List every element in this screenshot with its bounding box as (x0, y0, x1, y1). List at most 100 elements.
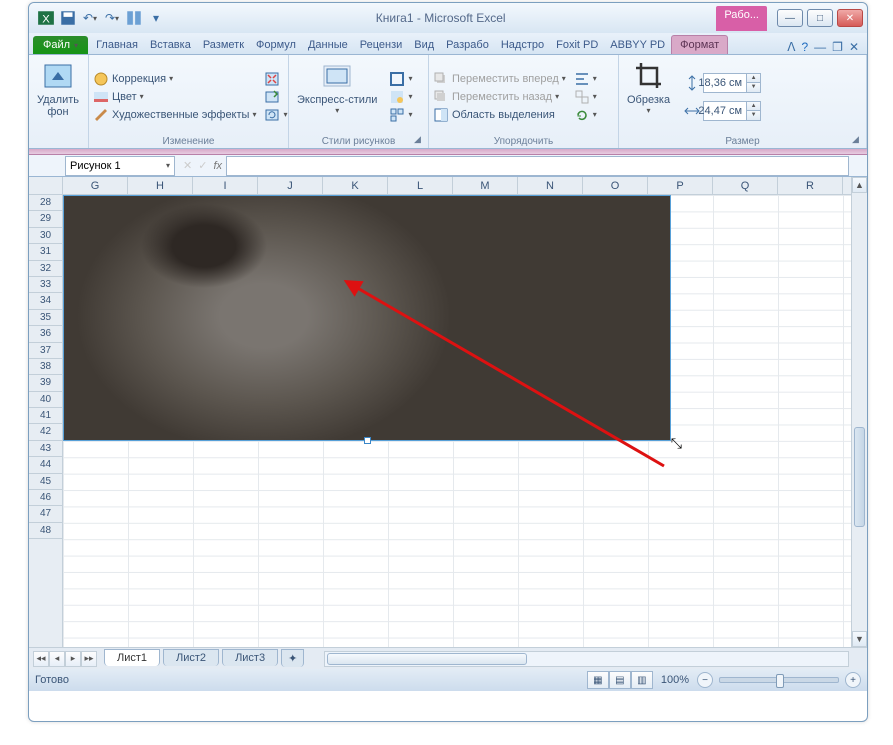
fx-enter-icon[interactable]: ✓ (198, 159, 207, 172)
select-all-corner[interactable] (29, 177, 63, 195)
row-header[interactable]: 33 (29, 277, 62, 293)
sheet-tab-2[interactable]: Лист2 (163, 649, 219, 666)
qat-customize-icon[interactable]: ▾ (147, 9, 165, 27)
row-header[interactable]: 38 (29, 359, 62, 375)
column-header[interactable]: G (63, 177, 128, 194)
tab-developer[interactable]: Разрабо (440, 36, 495, 54)
remove-background-button[interactable]: Удалить фон (33, 58, 83, 135)
qat-item-icon[interactable] (125, 9, 143, 27)
zoom-slider-knob[interactable] (776, 674, 784, 688)
artistic-effects-button[interactable]: Художественные эффекты ▾ (93, 107, 256, 123)
picture-effects-button[interactable]: ▾ (389, 89, 412, 105)
undo-icon[interactable]: ↶▾ (81, 9, 99, 27)
cells-area[interactable]: ⤡ (63, 195, 851, 647)
formula-input[interactable] (226, 156, 849, 176)
horizontal-scrollbar[interactable] (324, 651, 849, 667)
sheet-nav-next[interactable]: ▸ (65, 651, 81, 667)
row-header[interactable]: 29 (29, 211, 62, 227)
row-header[interactable]: 41 (29, 408, 62, 424)
row-header[interactable]: 30 (29, 228, 62, 244)
save-icon[interactable] (59, 9, 77, 27)
column-header[interactable]: L (388, 177, 453, 194)
compress-pictures-button[interactable] (264, 71, 287, 87)
row-header[interactable]: 48 (29, 523, 62, 539)
ribbon-minimize-icon[interactable]: ᐱ (787, 40, 795, 54)
fx-icon[interactable]: fx (213, 160, 222, 172)
send-backward-button[interactable]: Переместить назад ▾ (433, 89, 566, 105)
row-header[interactable]: 47 (29, 506, 62, 522)
zoom-value[interactable]: 100% (661, 674, 689, 686)
height-input[interactable]: 18,36 см▲▼ (703, 73, 761, 93)
width-spin-up[interactable]: ▲ (746, 102, 760, 112)
bring-forward-button[interactable]: Переместить вперед ▾ (433, 71, 566, 87)
close-button[interactable]: ✕ (837, 9, 863, 27)
tab-view[interactable]: Вид (408, 36, 440, 54)
view-layout-button[interactable]: ▤ (609, 671, 631, 689)
file-tab[interactable]: Файл▾ (33, 36, 88, 54)
sheet-nav-first[interactable]: ◂◂ (33, 651, 49, 667)
picture-styles-button[interactable]: Экспресс-стили ▾ (293, 58, 381, 135)
hscroll-thumb[interactable] (327, 653, 527, 665)
row-header[interactable]: 44 (29, 457, 62, 473)
rotate-button[interactable]: ▾ (574, 107, 597, 123)
crop-button[interactable]: Обрезка ▾ (623, 58, 674, 135)
styles-dialog-launcher[interactable]: ◢ (414, 134, 426, 146)
tab-formulas[interactable]: Формул (250, 36, 302, 54)
zoom-slider[interactable] (719, 677, 839, 683)
row-header[interactable]: 45 (29, 474, 62, 490)
tab-layout[interactable]: Разметк (197, 36, 250, 54)
column-header[interactable]: H (128, 177, 193, 194)
minimize-button[interactable]: — (777, 9, 803, 27)
group-objects-button[interactable]: ▾ (574, 89, 597, 105)
fx-cancel-icon[interactable]: ✕ (183, 159, 192, 172)
row-header[interactable]: 36 (29, 326, 62, 342)
redo-icon[interactable]: ↷▾ (103, 9, 121, 27)
row-header[interactable]: 39 (29, 375, 62, 391)
tab-home[interactable]: Главная (90, 36, 144, 54)
column-header[interactable]: P (648, 177, 713, 194)
row-header[interactable]: 40 (29, 392, 62, 408)
view-pagebreak-button[interactable]: ▥ (631, 671, 653, 689)
column-header[interactable]: J (258, 177, 323, 194)
view-normal-button[interactable]: ▦ (587, 671, 609, 689)
scroll-up-button[interactable]: ▲ (852, 177, 867, 193)
column-header[interactable]: M (453, 177, 518, 194)
workbook-close-icon[interactable]: ✕ (849, 40, 859, 54)
column-header[interactable]: R (778, 177, 843, 194)
row-header[interactable]: 31 (29, 244, 62, 260)
zoom-in-button[interactable]: + (845, 672, 861, 688)
help-icon[interactable]: ? (801, 40, 808, 54)
column-header[interactable]: K (323, 177, 388, 194)
width-spin-down[interactable]: ▼ (746, 111, 760, 120)
change-picture-button[interactable] (264, 89, 287, 105)
inserted-picture[interactable]: ⤡ (63, 195, 671, 441)
row-header[interactable]: 37 (29, 343, 62, 359)
tab-review[interactable]: Рецензи (354, 36, 409, 54)
height-spin-up[interactable]: ▲ (746, 74, 760, 84)
maximize-button[interactable]: □ (807, 9, 833, 27)
row-header[interactable]: 43 (29, 441, 62, 457)
column-header[interactable]: Q (713, 177, 778, 194)
row-header[interactable]: 28 (29, 195, 62, 211)
reset-picture-button[interactable]: ▾ (264, 107, 287, 123)
color-button[interactable]: Цвет ▾ (93, 89, 256, 105)
tab-abbyy[interactable]: ABBYY PD (604, 36, 671, 54)
sheet-tab-3[interactable]: Лист3 (222, 649, 278, 666)
name-box[interactable]: Рисунок 1▾ (65, 156, 175, 176)
align-button[interactable]: ▾ (574, 71, 597, 87)
picture-border-button[interactable]: ▾ (389, 71, 412, 87)
width-input[interactable]: 24,47 см▲▼ (703, 101, 761, 121)
row-header[interactable]: 34 (29, 293, 62, 309)
picture-layout-button[interactable]: ▾ (389, 107, 412, 123)
workbook-restore-icon[interactable]: ❐ (832, 40, 843, 54)
column-header[interactable]: N (518, 177, 583, 194)
column-header[interactable]: O (583, 177, 648, 194)
tab-format[interactable]: Формат (671, 35, 728, 54)
sheet-nav-prev[interactable]: ◂ (49, 651, 65, 667)
row-header[interactable]: 35 (29, 310, 62, 326)
corrections-button[interactable]: Коррекция ▾ (93, 71, 256, 87)
sheet-nav-last[interactable]: ▸▸ (81, 651, 97, 667)
vscroll-thumb[interactable] (854, 427, 865, 527)
selection-pane-button[interactable]: Область выделения (433, 107, 566, 123)
tab-insert[interactable]: Вставка (144, 36, 197, 54)
